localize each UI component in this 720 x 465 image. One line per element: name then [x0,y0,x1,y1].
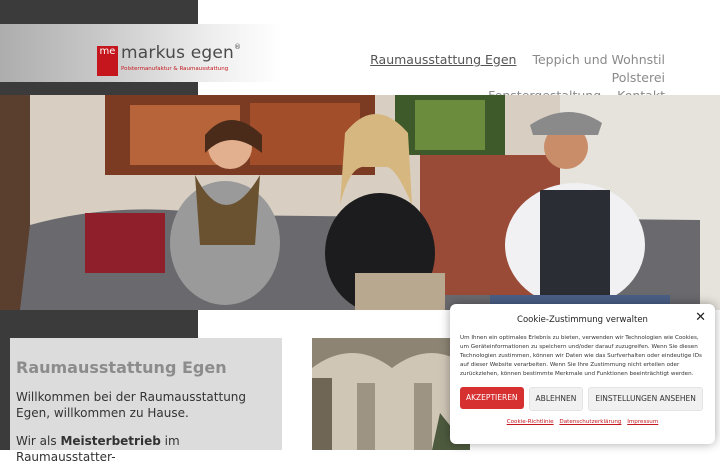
logo-mark: me [97,46,118,76]
logo-tagline: Polstermanufaktur & Raumausstattung [121,66,229,72]
hero-image [0,95,720,310]
view-settings-button[interactable]: EINSTELLUNGEN ANSEHEN [588,387,703,411]
cookie-title: Cookie-Zustimmung verwalten [517,315,648,325]
intro-paragraph-1: Willkommen bei der Raumausstattung Egen,… [16,390,247,420]
cookie-consent-dialog: Cookie-Zustimmung verwalten ✕ Um Ihnen e… [450,304,715,444]
accept-button[interactable]: AKZEPTIEREN [460,387,524,409]
nav-polsterei[interactable]: Polsterei [612,70,665,85]
intro-title: Raumausstattung Egen [16,358,227,377]
cookie-buttons: AKZEPTIEREN ABLEHNEN EINSTELLUNGEN ANSEH… [460,387,705,411]
cookie-body-text: Um Ihnen ein optimales Erlebnis zu biete… [460,335,702,377]
cookie-policy-link[interactable]: Cookie-Richtlinie [507,419,554,425]
nav-raumausstattung-egen[interactable]: Raumausstattung Egen [370,52,516,67]
interior-image [312,338,470,450]
close-icon[interactable]: ✕ [695,311,706,325]
imprint-link[interactable]: Impressum [627,419,658,425]
nav-teppich-und-wohnstil[interactable]: Teppich und Wohnstil [532,52,665,67]
decline-button[interactable]: ABLEHNEN [528,387,584,411]
cookie-links: Cookie-Richtlinie Datenschutzerklärung I… [460,419,705,425]
intro-paragraph-2: Wir als Meisterbetrieb im Raumausstatter… [16,434,180,464]
logo[interactable]: me markus egen® Polstermanufaktur & Raum… [97,43,241,78]
privacy-policy-link[interactable]: Datenschutzerklärung [559,419,621,425]
intro-box: Raumausstattung Egen Willkommen bei der … [10,338,282,464]
logo-name: markus egen® [121,43,242,63]
